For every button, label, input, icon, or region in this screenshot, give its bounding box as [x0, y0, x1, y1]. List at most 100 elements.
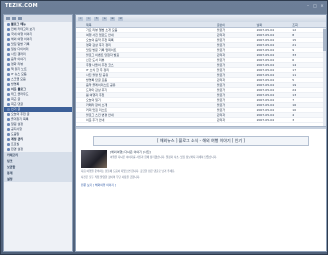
row-date: 2007-05-04	[256, 43, 274, 47]
row-date: 2007-05-04	[256, 38, 274, 42]
row-flag	[76, 68, 84, 72]
bullet-icon	[7, 43, 10, 46]
bullet-icon	[7, 148, 10, 151]
toolbar-home-button[interactable]: ⌂	[102, 16, 107, 21]
row-flag	[76, 98, 84, 102]
row-author: 블로거	[216, 28, 226, 32]
row-views: 13	[292, 93, 297, 97]
article-preview: [ 해외뉴스 ] 블로그 소식 - 해외 여행 이야기 [ 인기 ] [해외여행…	[76, 129, 326, 251]
row-views: 6	[292, 58, 295, 62]
row-date: 2007-05-04	[256, 48, 274, 52]
sidebar: 블로그 메뉴 전체 카테고리 보기 국내 여행 이야기 해외 여행 이야기 맛집 탐방 …	[3, 14, 73, 252]
row-flag	[76, 53, 84, 57]
row-title: 사진 촬영 팁 공유	[85, 73, 109, 77]
col-views[interactable]: 조회	[290, 22, 326, 27]
article-photo[interactable]	[81, 150, 107, 168]
bullet-icon	[7, 88, 10, 91]
row-views: 10	[292, 108, 297, 112]
row-author: 블로거	[216, 68, 226, 72]
table-row[interactable]: 이웃 추가 안내 관리자 2007-05-04 3	[76, 118, 326, 123]
row-views: 3	[292, 118, 295, 122]
bullet-icon	[7, 93, 10, 96]
col-author[interactable]: 글쓴이	[215, 22, 255, 27]
row-views: 14	[292, 63, 297, 67]
back-icon[interactable]	[6, 17, 10, 20]
post-list: 가요 리뷰 앨범 소개 모음 블로거 2007-05-04 12 여행 사진 업로드 안…	[76, 28, 326, 126]
row-author: 블로거	[216, 108, 226, 112]
sidebar-section-header[interactable]: 설정	[4, 176, 72, 182]
bullet-icon	[7, 53, 10, 56]
minimize-button[interactable]: –	[305, 3, 311, 8]
row-author: 블로거	[216, 43, 226, 47]
forward-icon[interactable]	[12, 17, 16, 20]
row-flag	[76, 83, 84, 87]
toolbar-back-button[interactable]: <	[78, 16, 84, 21]
row-title: IT 소식 한 주 정리	[85, 68, 110, 72]
article-paragraph: 사진은 모두 직접 촬영한 것이며 무단 사용을 금합니다.	[81, 176, 141, 179]
row-title: 오늘의 음악 추천 목록	[85, 38, 114, 42]
toolbar-menu-button[interactable]: ☰	[109, 16, 116, 21]
row-views: 5	[292, 78, 295, 82]
bullet-icon	[7, 123, 10, 126]
row-title: 영화 감상 후기 정리	[85, 43, 111, 47]
row-date: 2007-05-04	[256, 118, 274, 122]
row-date: 2007-05-04	[256, 108, 274, 112]
row-views: 16	[292, 103, 297, 107]
bullet-icon	[7, 33, 10, 36]
col-date[interactable]: 날짜	[255, 22, 291, 27]
toolbar-forward-button[interactable]: >	[86, 16, 92, 21]
close-button[interactable]: ×	[319, 3, 325, 8]
row-views: 33	[292, 53, 297, 57]
row-author: 블로거	[216, 103, 226, 107]
row-flag	[76, 108, 84, 112]
sidebar-toolbar	[4, 15, 72, 22]
toolbar-refresh-button[interactable]: ↻	[94, 16, 100, 21]
maximize-button[interactable]: □	[312, 3, 318, 8]
row-flag	[76, 38, 84, 42]
row-flag	[76, 88, 84, 92]
home-icon[interactable]	[18, 17, 22, 20]
row-flag	[76, 63, 84, 67]
list-scroll-thumb[interactable]	[323, 29, 326, 51]
row-title: 가요 리뷰 앨범 소개 모음	[85, 28, 118, 32]
row-flag	[76, 58, 84, 62]
row-views: 24	[292, 88, 297, 92]
row-date: 2007-05-04	[256, 63, 274, 67]
article-link[interactable]: 원문 보기 [ 해외여행 이야기 ]	[81, 183, 321, 187]
row-title: 블로그 이벤트 당첨자 발표	[85, 53, 120, 57]
bullet-icon	[7, 73, 10, 76]
col-title[interactable]: 제목	[84, 22, 215, 27]
bullet-icon	[7, 48, 10, 51]
row-title: 음악 플레이리스트 공유	[85, 83, 116, 87]
row-author: 관리자	[216, 33, 226, 37]
row-author: 관리자	[216, 118, 226, 122]
row-author: 블로거	[216, 98, 226, 102]
bullet-icon	[7, 108, 10, 111]
row-views: 9	[292, 48, 295, 52]
row-date: 2007-05-04	[256, 68, 274, 72]
row-author: 관리자	[216, 78, 226, 82]
row-title: 주말 나들이 추천 코스	[85, 63, 114, 67]
row-date: 2007-05-04	[256, 83, 274, 87]
bullet-icon	[7, 83, 10, 86]
row-views: 17	[292, 68, 297, 72]
row-author: 블로거	[216, 93, 226, 97]
bullet-icon	[7, 103, 10, 106]
bullet-icon	[7, 23, 10, 26]
row-views: 4	[292, 113, 295, 117]
row-author: 블로거	[216, 88, 226, 92]
row-date: 2007-05-04	[256, 58, 274, 62]
toolbar-mail-button[interactable]: ✉	[118, 16, 124, 21]
row-author: 관리자	[216, 53, 226, 57]
bullet-icon	[7, 113, 10, 116]
row-views: 15	[292, 38, 297, 42]
row-date: 2007-05-04	[256, 88, 274, 92]
bullet-icon	[7, 143, 10, 146]
row-date: 2007-05-04	[256, 73, 274, 77]
row-flag	[76, 103, 84, 107]
col-flag[interactable]	[76, 22, 84, 27]
article-paragraph: 다음 여행을 준비하는 분들께 도움이 되었으면 합니다. 궁금한 점은 댓글로…	[81, 170, 176, 173]
row-date: 2007-05-04	[256, 28, 274, 32]
row-title: 방명록 답글 모음	[85, 78, 108, 82]
row-date: 2007-05-04	[256, 78, 274, 82]
